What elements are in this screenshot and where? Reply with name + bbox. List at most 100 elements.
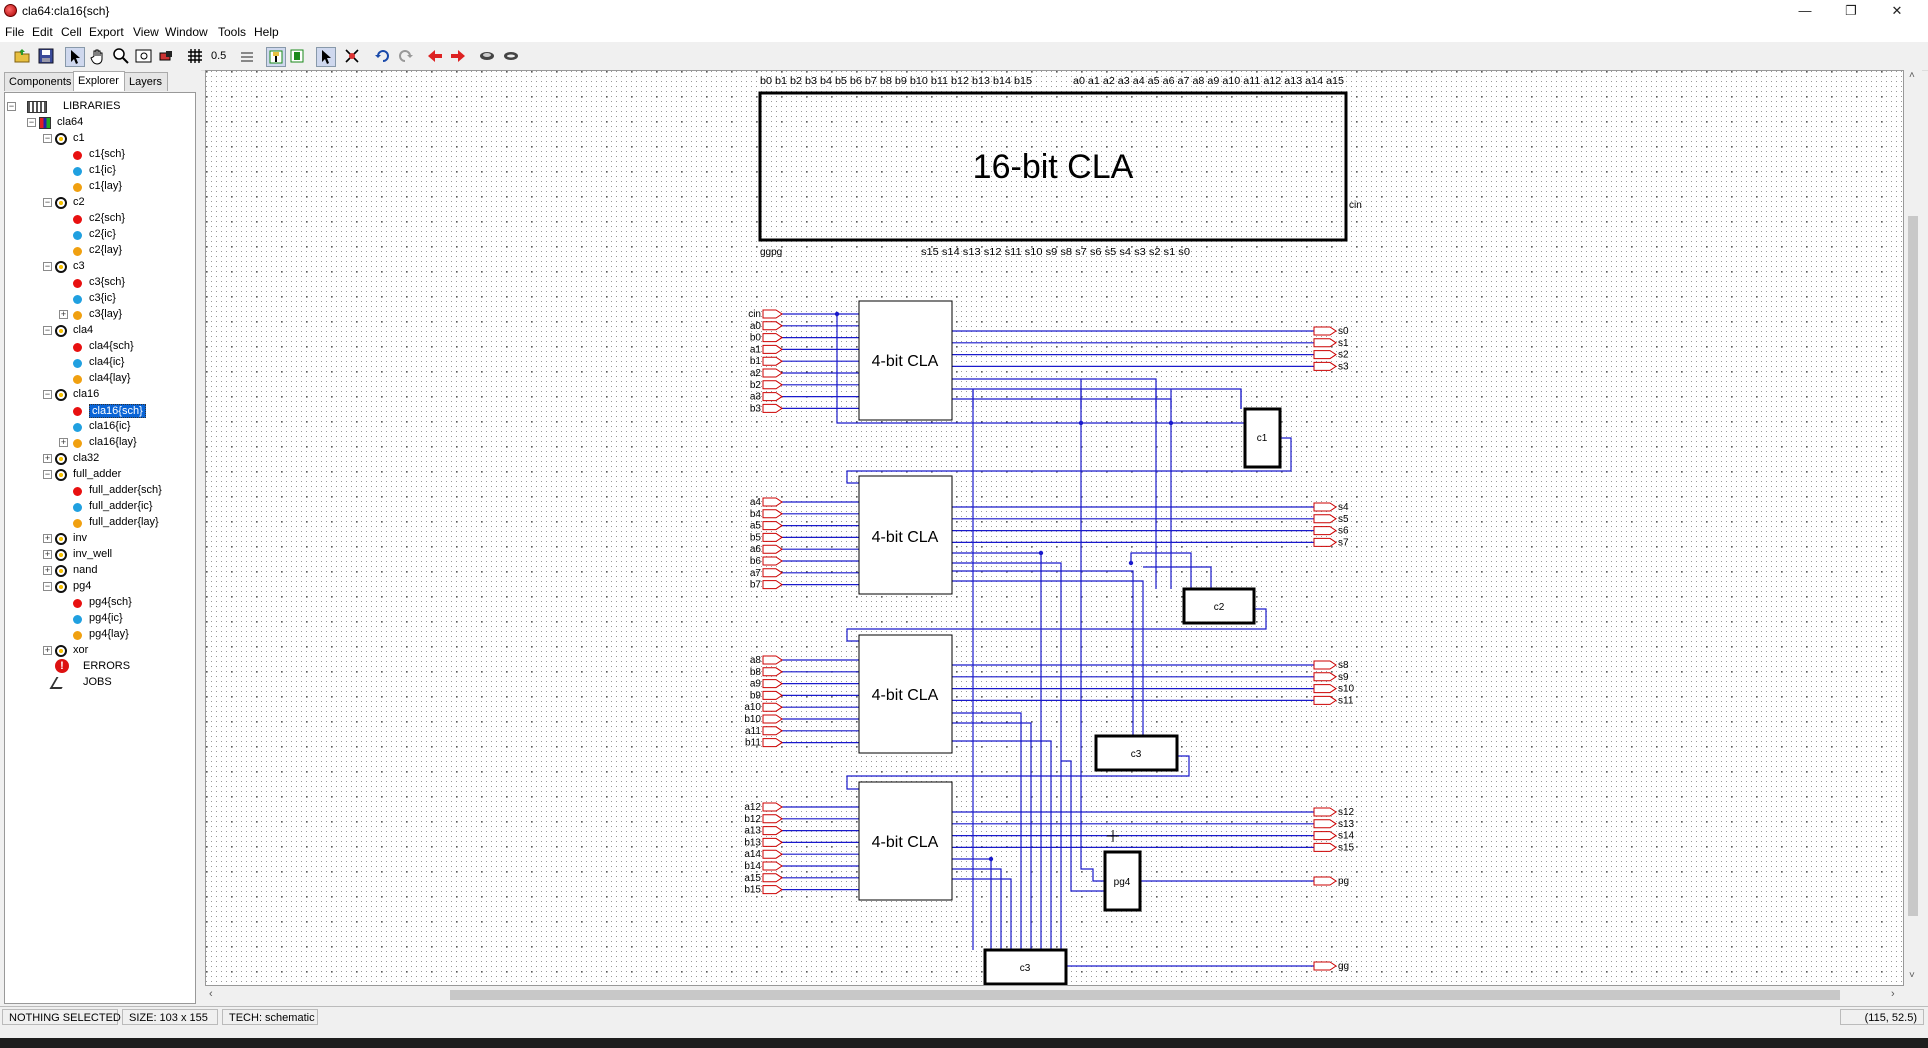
special-select-icon[interactable]	[343, 47, 361, 65]
collapse-icon[interactable]: −	[43, 390, 52, 399]
collapse-icon[interactable]: −	[43, 198, 52, 207]
scroll-up-icon[interactable]: ˄	[1909, 70, 1915, 81]
output-pin[interactable]	[1313, 831, 1337, 841]
place-icon[interactable]	[266, 47, 286, 67]
output-pin[interactable]	[1313, 684, 1337, 694]
tree-node-label: full_adder{ic}	[89, 500, 153, 512]
menu-bar: File Edit Cell Export View Window Tools …	[0, 22, 1928, 42]
output-pin[interactable]	[1313, 807, 1337, 817]
tree-node-label: pg4{sch}	[89, 596, 132, 608]
output-pin[interactable]	[1313, 537, 1337, 547]
expand-icon[interactable]: +	[43, 646, 52, 655]
tab-explorer[interactable]: Explorer	[73, 71, 125, 91]
cell-icon	[55, 453, 67, 465]
output-pin-label: s4	[1338, 502, 1349, 513]
errors-icon: !	[55, 659, 69, 673]
cell-icon	[55, 469, 67, 481]
back-arrow-icon[interactable]	[426, 47, 444, 65]
menu-tools[interactable]: Tools	[218, 25, 246, 39]
output-pin[interactable]	[1313, 338, 1337, 348]
input-pin-label: b4	[750, 509, 762, 520]
input-pin-label: b14	[744, 861, 761, 872]
open-folder-icon[interactable]	[13, 47, 31, 65]
zoom-box-icon[interactable]	[135, 47, 153, 65]
scroll-down-icon[interactable]: ˅	[1909, 970, 1915, 981]
output-pin[interactable]	[1313, 876, 1337, 886]
input-pin-label: a4	[750, 497, 762, 508]
output-pin[interactable]	[1313, 660, 1337, 670]
scroll-left-icon[interactable]: ‹	[209, 988, 213, 1000]
grid-icon[interactable]	[186, 47, 204, 65]
maximize-button[interactable]: ❐	[1828, 0, 1874, 22]
tree-node-label: full_adder{lay}	[89, 516, 159, 528]
forward-arrow-icon[interactable]	[449, 47, 467, 65]
collapse-icon[interactable]: −	[43, 582, 52, 591]
collapse-icon[interactable]: −	[43, 326, 52, 335]
expand-icon[interactable]	[478, 47, 496, 65]
close-button[interactable]: ✕	[1874, 0, 1920, 22]
input-pin-label: b11	[745, 738, 761, 749]
output-pin[interactable]	[1313, 842, 1337, 852]
pan-hand-icon[interactable]	[89, 47, 107, 65]
highlight-icon[interactable]	[288, 47, 306, 65]
output-pin[interactable]	[1313, 695, 1337, 705]
output-pin[interactable]	[1313, 350, 1337, 360]
menu-view[interactable]: View	[133, 25, 159, 39]
output-pin[interactable]	[1313, 514, 1337, 524]
schematic-drawing[interactable]: 16-bit CLA b0 b1 b2 b3 b4 b5 b6 b7 b8 b9…	[206, 71, 1903, 985]
select-objects-icon[interactable]	[316, 47, 336, 67]
minimize-button[interactable]: —	[1782, 0, 1828, 22]
select-arrow-icon[interactable]	[65, 47, 85, 67]
pg4-label: pg4	[1114, 877, 1131, 888]
taskbar	[0, 1038, 1928, 1048]
output-pin[interactable]	[1313, 819, 1337, 829]
menu-file[interactable]: File	[5, 25, 24, 39]
expand-icon[interactable]: +	[43, 534, 52, 543]
zoom-icon[interactable]	[112, 47, 130, 65]
cla4-label-0: 4-bit CLA	[872, 353, 939, 370]
input-pin-label: a8	[750, 655, 762, 666]
menu-help[interactable]: Help	[254, 25, 279, 39]
vertical-scroll-thumb[interactable]	[1908, 216, 1918, 916]
tree-node-label: JOBS	[83, 676, 112, 688]
expand-icon[interactable]: +	[43, 454, 52, 463]
menu-cell[interactable]: Cell	[61, 25, 82, 39]
expand-icon[interactable]: +	[59, 310, 68, 319]
collapse-icon[interactable]: −	[43, 134, 52, 143]
unexpand-icon[interactable]	[502, 47, 520, 65]
collapse-icon[interactable]: −	[43, 262, 52, 271]
horizontal-scrollbar[interactable]: ‹ ›	[205, 986, 1904, 1004]
grid-value[interactable]: 0.5	[211, 50, 226, 62]
save-icon[interactable]	[37, 47, 55, 65]
collapse-icon[interactable]: −	[43, 470, 52, 479]
menu-edit[interactable]: Edit	[32, 25, 53, 39]
undo-icon[interactable]	[374, 47, 392, 65]
collapse-icon[interactable]: −	[7, 102, 16, 111]
expand-icon[interactable]: +	[59, 438, 68, 447]
redo-icon[interactable]	[396, 47, 414, 65]
tab-components[interactable]: Components	[4, 72, 74, 91]
input-pin-label: a11	[745, 726, 761, 737]
output-pin[interactable]	[1313, 961, 1337, 971]
schematic-canvas[interactable]: 16-bit CLA b0 b1 b2 b3 b4 b5 b6 b7 b8 b9…	[205, 70, 1904, 986]
output-pin-label: s10	[1338, 684, 1355, 695]
tab-layers[interactable]: Layers	[124, 72, 168, 91]
outline-icon[interactable]	[158, 47, 176, 65]
vertical-scrollbar[interactable]: ˄ ˅	[1904, 70, 1922, 986]
menu-window[interactable]: Window	[165, 25, 208, 39]
output-pin[interactable]	[1313, 361, 1337, 371]
menu-export[interactable]: Export	[89, 25, 124, 39]
input-pin-label: b2	[750, 380, 762, 391]
output-pin[interactable]	[1313, 672, 1337, 682]
collapse-icon[interactable]: −	[27, 118, 36, 127]
horizontal-scroll-thumb[interactable]	[450, 990, 1840, 1000]
arc-icon[interactable]	[238, 47, 256, 65]
cla16-b-pins: b0 b1 b2 b3 b4 b5 b6 b7 b8 b9 b10 b11 b1…	[760, 76, 1032, 87]
output-pin[interactable]	[1313, 502, 1337, 512]
expand-icon[interactable]: +	[43, 550, 52, 559]
toolbar: 0.5	[0, 42, 1928, 71]
expand-icon[interactable]: +	[43, 566, 52, 575]
output-pin[interactable]	[1313, 326, 1337, 336]
output-pin[interactable]	[1313, 526, 1337, 536]
scroll-right-icon[interactable]: ›	[1891, 988, 1895, 1000]
